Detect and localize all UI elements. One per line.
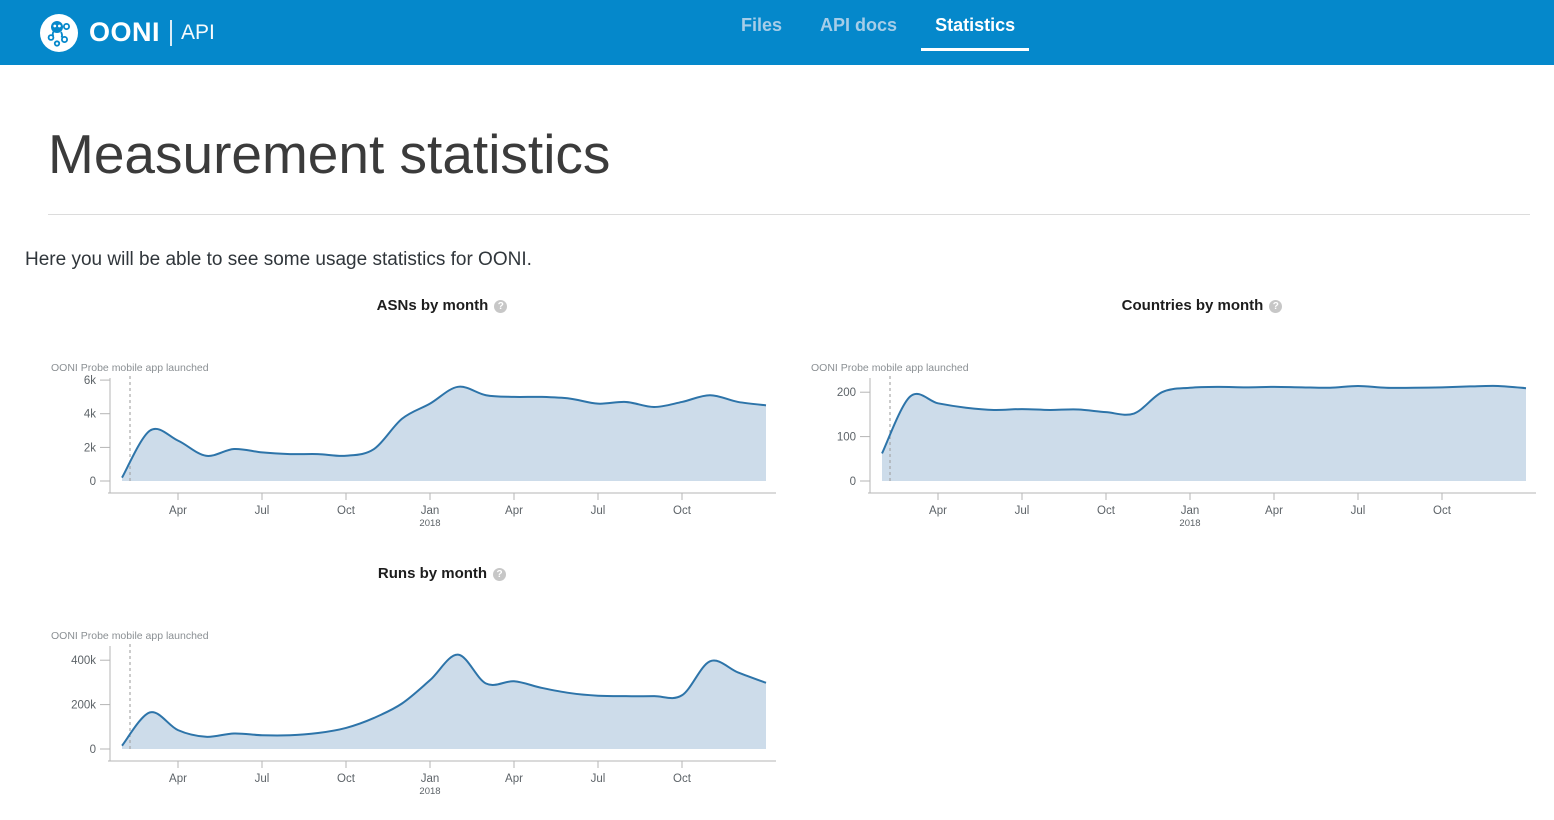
nav-statistics[interactable]: Statistics	[921, 0, 1029, 51]
asns-by-month-chart: ASNs by month? 0 2k 4k 6k Apr Jul Oct Jan2018 Ap…	[0, 290, 790, 545]
chart-title: ASNs by month	[377, 297, 489, 314]
svg-text:OONI Probe mobile app launched: OONI Probe mobile app launched	[811, 362, 969, 374]
svg-text:400k: 400k	[71, 655, 96, 667]
svg-text:OONI Probe mobile app launched: OONI Probe mobile app launched	[51, 362, 209, 374]
asns-chart-plot[interactable]: 0 2k 4k 6k Apr Jul Oct Jan2018 Apr Jul Oct OONI Pro…	[0, 340, 790, 540]
page: OONI API Files API docs Statistics Measu…	[0, 0, 1554, 820]
runs-by-month-chart: Runs by month? 0 200k 400k Apr Jul Oct Jan2018…	[0, 558, 790, 813]
header: OONI API Files API docs Statistics	[0, 0, 1554, 65]
svg-text:Jul: Jul	[255, 773, 270, 785]
svg-text:0: 0	[90, 744, 96, 756]
countries-chart-plot[interactable]: 0 100 200 Apr Jul Oct Jan2018 Apr Jul Oct OONI Pro…	[760, 340, 1550, 540]
heading-divider	[48, 214, 1530, 215]
svg-text:Jul: Jul	[255, 505, 270, 517]
svg-text:2k: 2k	[84, 442, 96, 454]
ooni-logo[interactable]: OONI API	[40, 0, 215, 65]
main-nav: Files API docs Statistics	[727, 0, 1029, 51]
svg-text:Jan: Jan	[1181, 505, 1200, 517]
svg-text:Jan: Jan	[421, 505, 440, 517]
svg-text:OONI Probe mobile app launched: OONI Probe mobile app launched	[51, 630, 209, 642]
svg-text:Oct: Oct	[337, 505, 356, 517]
chart-title-row: Runs by month?	[108, 565, 776, 582]
page-title: Measurement statistics	[48, 122, 610, 186]
chart-title: Countries by month	[1122, 297, 1264, 314]
svg-text:4k: 4k	[84, 409, 96, 421]
svg-text:Oct: Oct	[673, 773, 692, 785]
svg-text:0: 0	[90, 476, 96, 488]
svg-text:Apr: Apr	[505, 505, 523, 517]
logo-divider	[170, 20, 172, 46]
svg-text:Apr: Apr	[929, 505, 947, 517]
svg-text:6k: 6k	[84, 375, 96, 387]
svg-text:Oct: Oct	[1097, 505, 1116, 517]
svg-text:Jul: Jul	[1351, 505, 1366, 517]
help-icon[interactable]: ?	[493, 568, 506, 581]
svg-text:Jul: Jul	[591, 773, 606, 785]
svg-text:2018: 2018	[1179, 518, 1200, 529]
svg-text:2018: 2018	[419, 518, 440, 529]
svg-text:Jul: Jul	[1015, 505, 1030, 517]
svg-text:Oct: Oct	[1433, 505, 1452, 517]
svg-text:Jan: Jan	[421, 773, 440, 785]
help-icon[interactable]: ?	[494, 300, 507, 313]
brand-text: OONI	[89, 0, 160, 65]
svg-text:Jul: Jul	[591, 505, 606, 517]
svg-text:100: 100	[837, 432, 856, 444]
chart-title-row: ASNs by month?	[108, 297, 776, 314]
nav-api-docs[interactable]: API docs	[806, 0, 911, 51]
nav-files[interactable]: Files	[727, 0, 796, 51]
svg-text:Apr: Apr	[505, 773, 523, 785]
svg-text:Apr: Apr	[169, 773, 187, 785]
svg-text:2018: 2018	[419, 786, 440, 797]
svg-text:Apr: Apr	[169, 505, 187, 517]
runs-chart-plot[interactable]: 0 200k 400k Apr Jul Oct Jan2018 Apr Jul Oct OONI P…	[0, 608, 790, 808]
chart-title-row: Countries by month?	[868, 297, 1536, 314]
svg-text:200: 200	[837, 387, 856, 399]
svg-text:Oct: Oct	[673, 505, 692, 517]
svg-text:Apr: Apr	[1265, 505, 1283, 517]
svg-text:200k: 200k	[71, 700, 96, 712]
ooni-octopus-icon	[40, 14, 78, 52]
svg-text:0: 0	[850, 476, 856, 488]
svg-text:Oct: Oct	[337, 773, 356, 785]
chart-title: Runs by month	[378, 565, 487, 582]
help-icon[interactable]: ?	[1269, 300, 1282, 313]
brand-sub-text: API	[181, 21, 215, 45]
intro-text: Here you will be able to see some usage …	[25, 249, 532, 271]
countries-by-month-chart: Countries by month? 0 100 200 Apr Jul Oct Jan2…	[760, 290, 1550, 545]
